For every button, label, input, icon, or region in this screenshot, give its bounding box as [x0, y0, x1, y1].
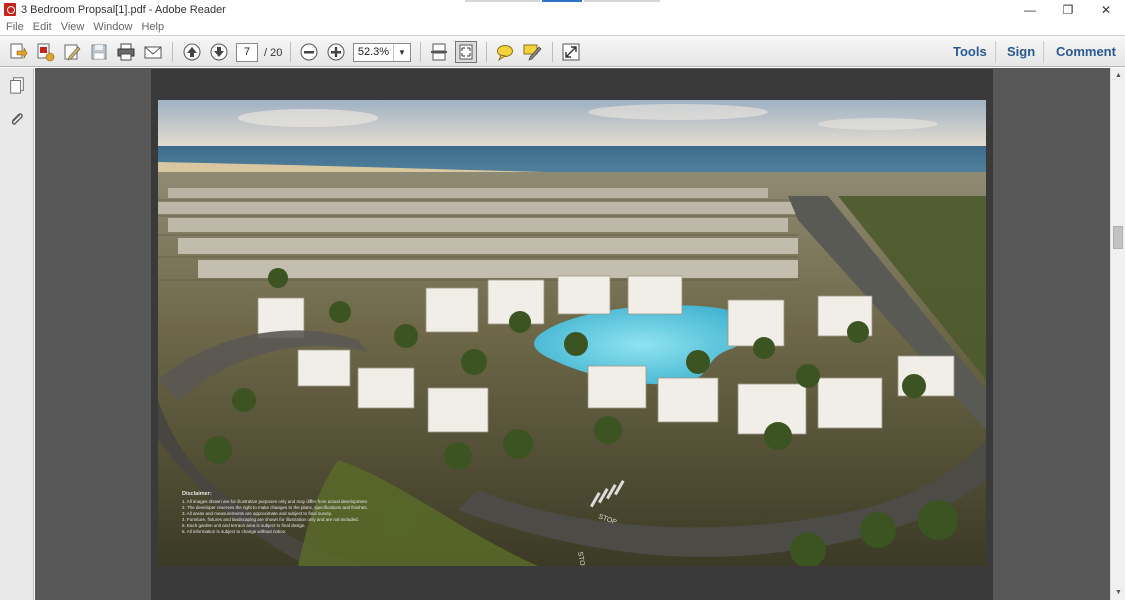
zoom-select[interactable]: 52.3% ▼ — [353, 43, 411, 62]
toolbar-separator — [172, 42, 173, 62]
toolbar-separator — [995, 41, 996, 63]
adobe-reader-icon — [4, 3, 16, 16]
toolbar: 7 / 20 52.3% ▼ Tools Sign Comment — [0, 35, 1125, 67]
title-bar: 3 Bedroom Propsal[1].pdf - Adobe Reader … — [0, 0, 1125, 19]
add-comment-button[interactable] — [494, 41, 516, 63]
toolbar-separator — [420, 42, 421, 62]
save-button[interactable] — [88, 41, 110, 63]
tools-pane-button[interactable]: Tools — [953, 44, 987, 59]
menu-view[interactable]: View — [61, 21, 85, 33]
save-icon — [91, 44, 107, 60]
pages-panel-icon — [10, 77, 24, 94]
full-screen-button[interactable] — [560, 41, 582, 63]
toolbar-separator — [486, 42, 487, 62]
arrow-down-icon — [210, 43, 228, 61]
print-button[interactable] — [115, 41, 137, 63]
navigation-pane — [0, 68, 34, 600]
highlight-button[interactable] — [521, 41, 543, 63]
full-screen-icon — [562, 43, 580, 61]
chevron-down-icon[interactable]: ▼ — [394, 44, 410, 61]
pdf-page: STOP STOP Disclaimer: 1. All images show… — [151, 69, 993, 600]
page-number-input[interactable]: 7 — [236, 43, 258, 62]
scroll-mode-icon — [431, 43, 447, 61]
create-pdf-icon — [10, 43, 28, 60]
comment-pane-button[interactable]: Comment — [1056, 44, 1116, 59]
scroll-down-arrow[interactable]: ▼ — [1111, 585, 1125, 600]
disclaimer-title: Disclaimer: — [182, 491, 212, 497]
comment-bubble-icon — [497, 45, 513, 62]
minus-icon — [300, 43, 318, 61]
title-bar-accent — [465, 0, 540, 2]
scrolling-mode-button[interactable] — [428, 41, 450, 63]
menu-help[interactable]: Help — [141, 21, 164, 33]
arrow-up-icon — [183, 43, 201, 61]
scrollbar-thumb[interactable] — [1113, 226, 1123, 249]
highlight-icon — [523, 44, 542, 61]
previous-page-button[interactable] — [181, 41, 203, 63]
title-bar-accent-active — [542, 0, 582, 2]
page-thumbnails-button[interactable] — [6, 74, 28, 96]
menu-file[interactable]: File — [6, 21, 24, 33]
disclaimer-block: Disclaimer: 1. All images shown are for … — [182, 491, 452, 535]
export-pdf-button[interactable] — [34, 41, 56, 63]
disclaimer-line: 6. All information is subject to change … — [182, 529, 287, 534]
sign-pane-button[interactable]: Sign — [1007, 44, 1035, 59]
attachment-icon — [12, 113, 23, 125]
export-pdf-icon — [37, 43, 55, 62]
minimize-button[interactable]: — — [1011, 0, 1049, 19]
menu-edit[interactable]: Edit — [33, 21, 52, 33]
email-button[interactable] — [142, 41, 164, 63]
toolbar-separator — [552, 42, 553, 62]
plus-icon — [327, 43, 345, 61]
edit-button[interactable] — [61, 41, 83, 63]
create-pdf-button[interactable] — [7, 41, 29, 63]
zoom-in-button[interactable] — [325, 41, 347, 63]
zoom-out-button[interactable] — [298, 41, 320, 63]
menu-window[interactable]: Window — [93, 21, 132, 33]
menu-bar: File Edit View Window Help — [0, 19, 1125, 34]
document-area[interactable]: STOP STOP Disclaimer: 1. All images show… — [35, 68, 1110, 600]
next-page-button[interactable] — [208, 41, 230, 63]
vertical-scrollbar[interactable]: ▲ ▼ — [1110, 68, 1125, 600]
scroll-up-arrow[interactable]: ▲ — [1111, 68, 1125, 83]
aerial-resort-render: STOP STOP Disclaimer: 1. All images show… — [158, 100, 986, 566]
edit-icon — [64, 44, 81, 61]
close-button[interactable]: ✕ — [1087, 0, 1125, 19]
fit-page-button[interactable] — [455, 41, 477, 63]
toolbar-separator — [290, 42, 291, 62]
title-bar-accent — [584, 0, 660, 2]
print-icon — [117, 43, 135, 61]
page-total-label: / 20 — [264, 47, 283, 59]
restore-button[interactable]: ❐ — [1049, 0, 1087, 19]
attachments-button[interactable] — [6, 108, 28, 130]
zoom-value: 52.3% — [354, 44, 394, 61]
email-icon — [144, 46, 162, 59]
window-title: 3 Bedroom Propsal[1].pdf - Adobe Reader — [21, 3, 226, 16]
fit-page-icon — [459, 44, 473, 60]
toolbar-separator — [1043, 41, 1044, 63]
